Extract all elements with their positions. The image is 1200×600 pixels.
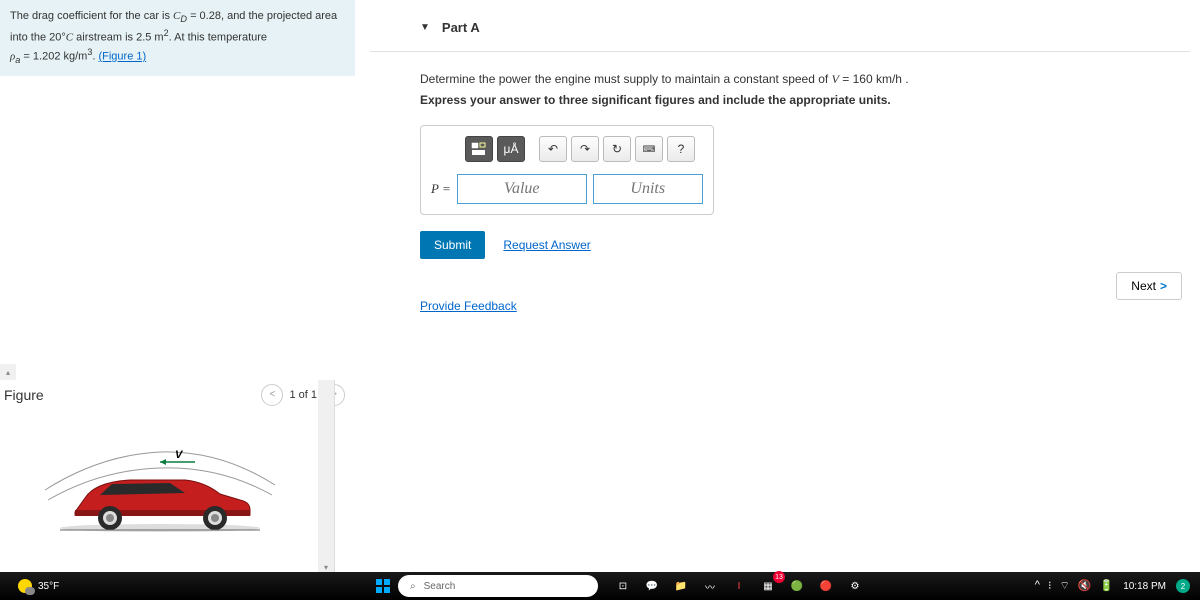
special-chars-button[interactable]: μÅ — [497, 136, 525, 162]
collapse-icon[interactable]: ▼ — [420, 22, 430, 33]
explorer-icon[interactable]: 📁 — [668, 575, 694, 597]
chrome-icon[interactable]: 🔴 — [813, 575, 839, 597]
question-hint: Express your answer to three significant… — [420, 93, 1190, 107]
figure-panel: ▴ ▾ V — [0, 380, 335, 575]
reset-button[interactable]: ↻ — [603, 136, 631, 162]
chevron-right-icon: > — [1160, 279, 1167, 293]
clock[interactable]: 10:18 PM — [1123, 581, 1166, 592]
weather-widget[interactable]: 35°F — [18, 579, 59, 593]
figure-link[interactable]: (Figure 1) — [98, 51, 146, 63]
keyboard-button[interactable]: ⌨ — [635, 136, 663, 162]
request-answer-link[interactable]: Request Answer — [503, 238, 590, 252]
variable-label: P = — [431, 181, 451, 197]
scrollbar[interactable]: ▾ — [318, 380, 334, 575]
value-input[interactable] — [457, 174, 587, 204]
part-title: Part A — [442, 20, 480, 35]
submit-button[interactable]: Submit — [420, 231, 485, 259]
help-button[interactable]: ? — [667, 136, 695, 162]
template-button[interactable] — [465, 136, 493, 162]
undo-button[interactable]: ↶ — [539, 136, 567, 162]
units-input[interactable] — [593, 174, 703, 204]
tray-chevron-icon[interactable]: ^ — [1035, 579, 1040, 593]
app-icon-3[interactable]: I — [726, 575, 752, 597]
battery-icon[interactable]: 🔋 — [1099, 579, 1113, 593]
app-icon-2[interactable]: 〰 — [697, 575, 723, 597]
weather-icon — [18, 579, 32, 593]
taskview-icon[interactable]: ⊡ — [610, 575, 636, 597]
notification-icon[interactable]: 2 — [1176, 579, 1190, 593]
question-text: Determine the power the engine must supp… — [420, 72, 1190, 87]
app-icon[interactable]: 💬 — [639, 575, 665, 597]
bluetooth-icon[interactable]: ⁝ — [1048, 579, 1052, 593]
problem-statement: The drag coefficient for the car is CD =… — [0, 0, 355, 76]
redo-button[interactable]: ↷ — [571, 136, 599, 162]
provide-feedback-link[interactable]: Provide Feedback — [420, 299, 517, 313]
svg-text:V: V — [175, 449, 184, 461]
car-figure: V — [40, 430, 280, 540]
app-icon-5[interactable]: 🟢 — [784, 575, 810, 597]
search-box[interactable]: ⌕ Search — [398, 575, 598, 597]
next-button[interactable]: Next> — [1116, 272, 1182, 300]
taskbar: 35°F ⌕ Search ⊡ 💬 📁 〰 I ▦ 🟢 🔴 ⚙ ^ ⁝ ⌔ 🔇 … — [0, 572, 1200, 600]
search-icon: ⌕ — [410, 581, 416, 592]
scroll-up-icon[interactable]: ▴ — [0, 364, 16, 380]
answer-box: μÅ ↶ ↷ ↻ ⌨ ? P = — [420, 125, 714, 215]
app-icon-4[interactable]: ▦ — [755, 575, 781, 597]
settings-icon[interactable]: ⚙ — [842, 575, 868, 597]
start-icon[interactable] — [370, 575, 396, 597]
volume-icon[interactable]: 🔇 — [1078, 579, 1092, 593]
wifi-icon[interactable]: ⌔ — [1059, 579, 1069, 593]
